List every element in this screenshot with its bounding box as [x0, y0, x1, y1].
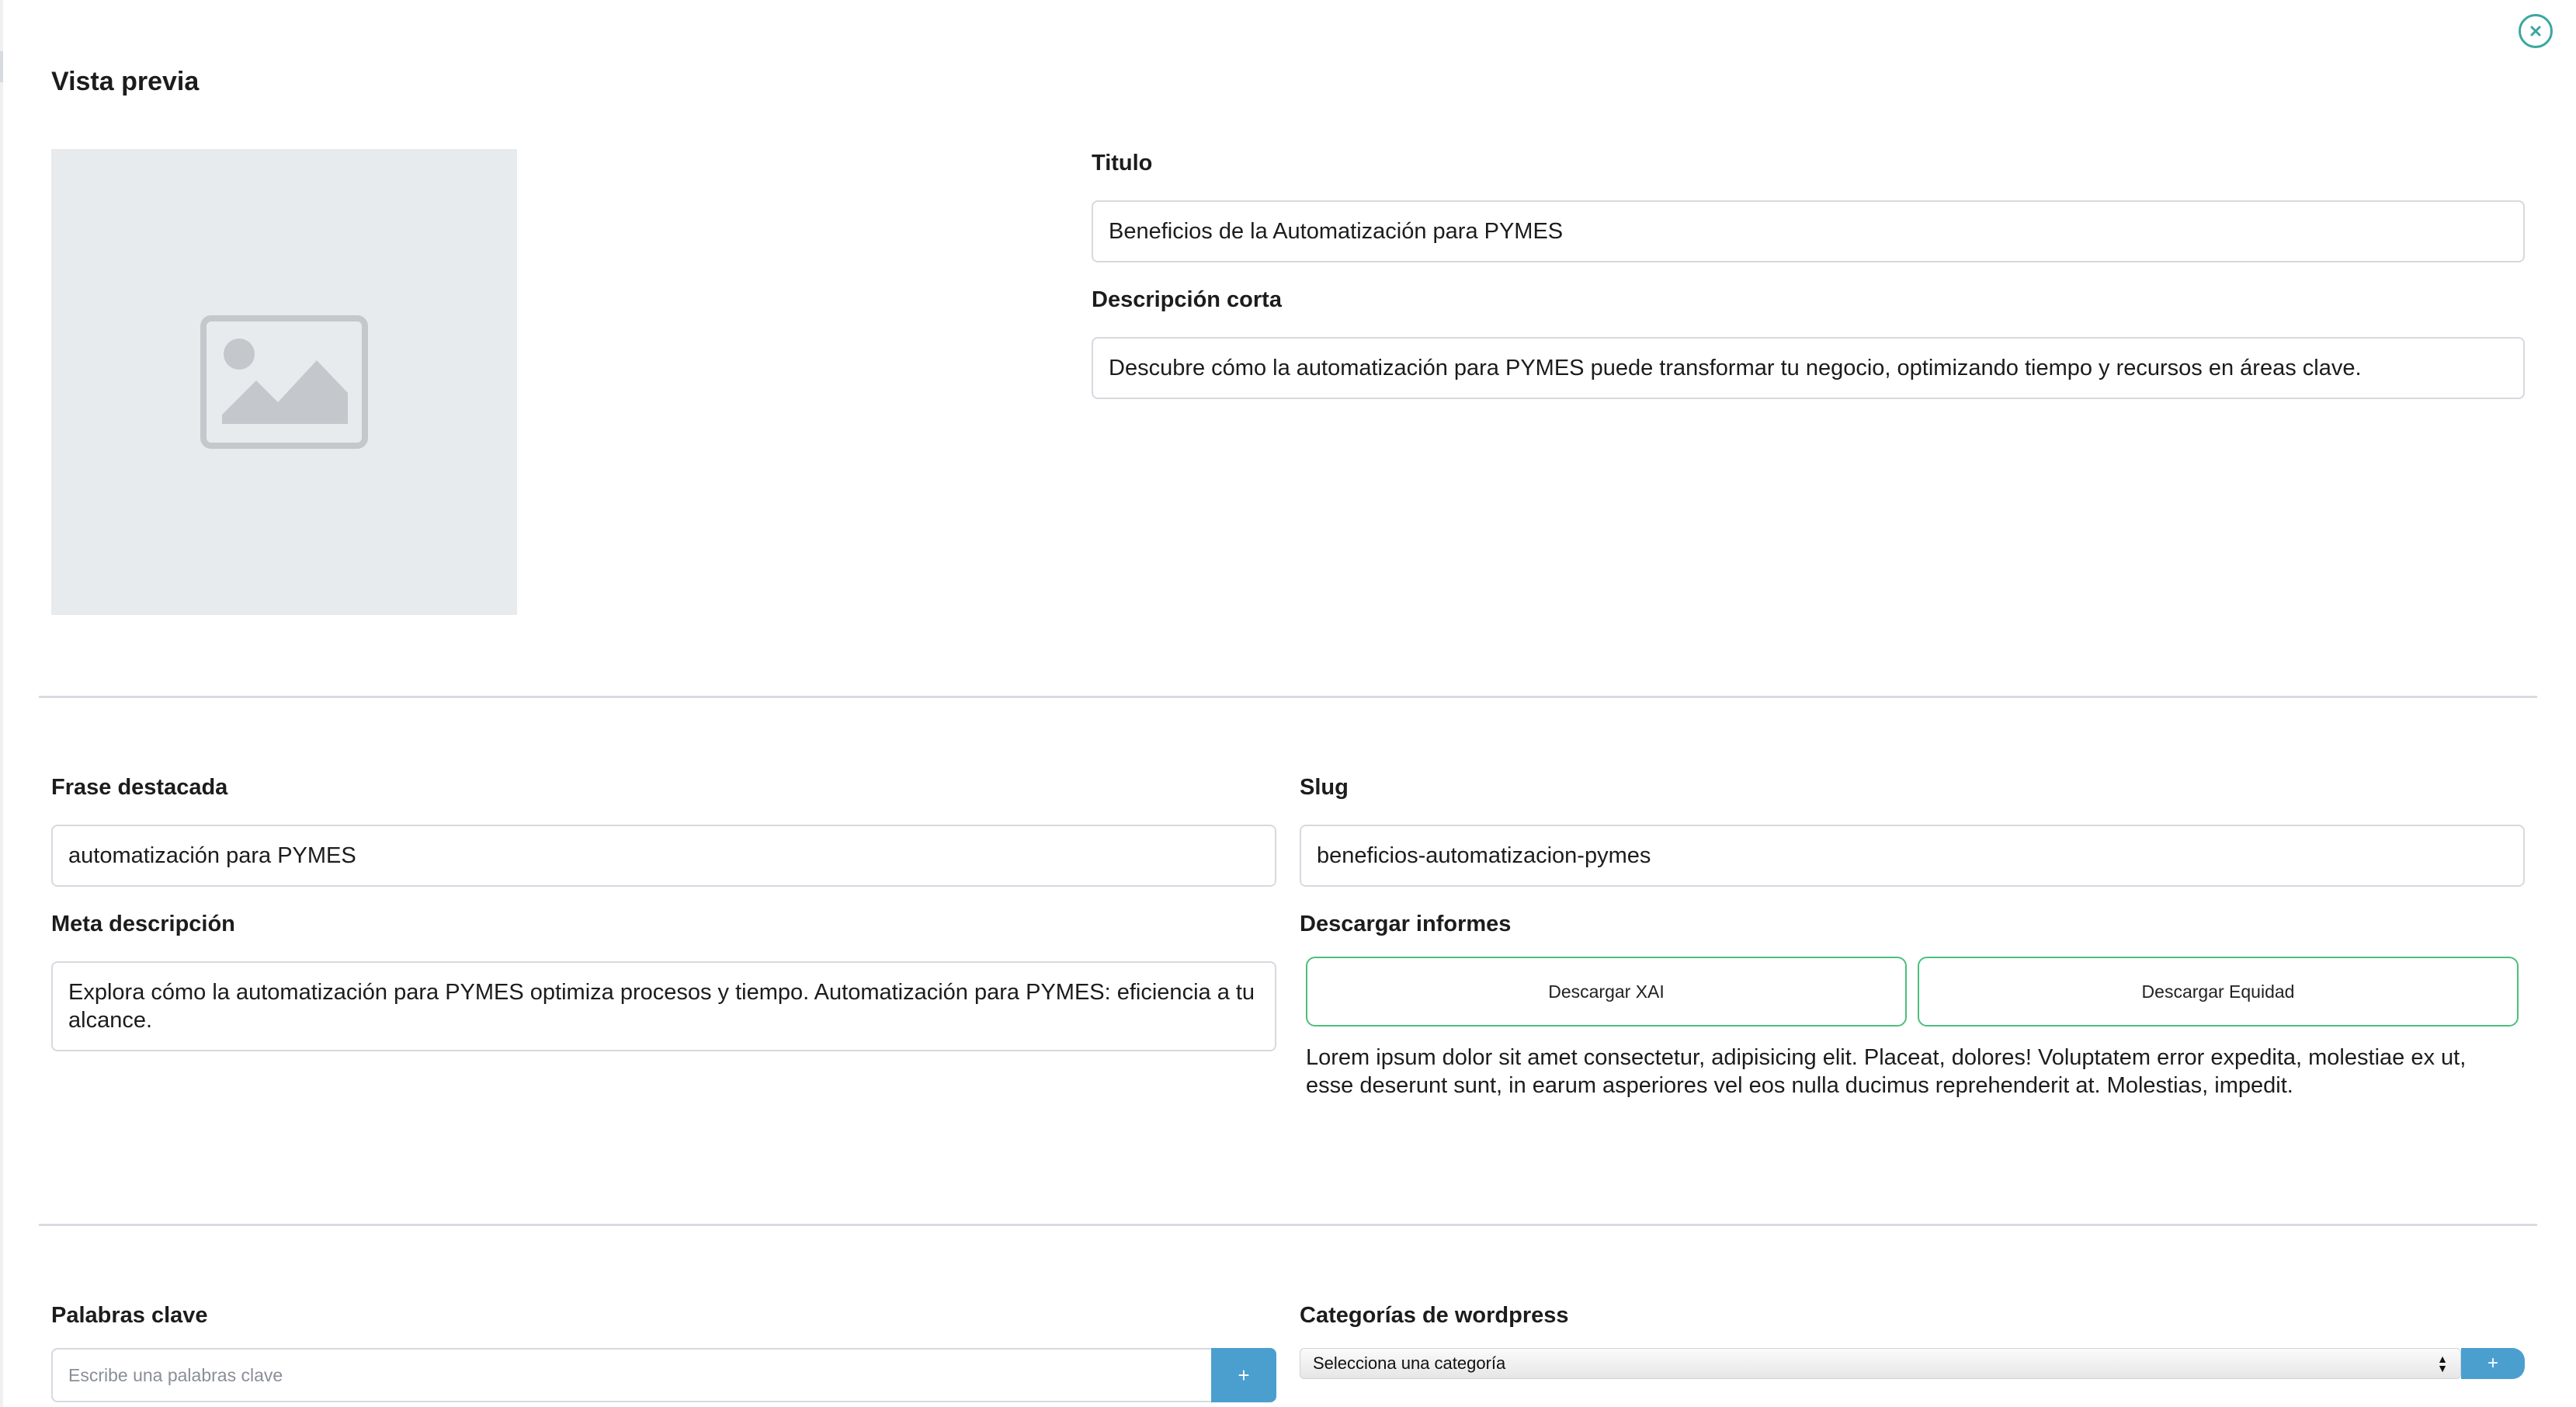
close-icon [2530, 26, 2541, 36]
section-divider [39, 1224, 2537, 1226]
close-button[interactable] [2519, 14, 2553, 48]
left-edge-bar [0, 0, 3, 1407]
informes-description: Lorem ipsum dolor sit amet consectetur, … [1306, 1045, 2467, 1098]
page-title: Vista previa [51, 67, 200, 96]
slug-input[interactable] [1300, 825, 2525, 887]
descripcion-corta-label: Descripción corta [1092, 287, 1282, 312]
descripcion-corta-input[interactable] [1092, 337, 2525, 399]
categorias-label: Categorías de wordpress [1300, 1303, 1569, 1328]
categoria-select-value: Selecciona una categoría [1313, 1353, 1506, 1373]
descargar-xai-button[interactable]: Descargar XAI [1306, 957, 1907, 1027]
add-keyword-button[interactable]: + [1211, 1348, 1276, 1402]
titulo-label: Titulo [1092, 151, 1153, 175]
descargar-informes-label: Descargar informes [1300, 912, 1512, 936]
left-edge-notch [0, 51, 3, 82]
section-divider [39, 696, 2537, 698]
descargar-equidad-button[interactable]: Descargar Equidad [1918, 957, 2519, 1027]
select-arrows-icon: ▲ ▼ [2437, 1353, 2448, 1374]
slug-label: Slug [1300, 775, 1349, 800]
image-placeholder-icon [200, 315, 368, 449]
categoria-select[interactable]: Selecciona una categoría ▲ ▼ [1300, 1348, 2461, 1379]
add-category-button[interactable]: + [2461, 1348, 2525, 1379]
preview-image[interactable] [51, 149, 517, 615]
frase-destacada-input[interactable] [51, 825, 1276, 887]
meta-descripcion-textarea[interactable]: Explora cómo la automatización para PYME… [51, 961, 1276, 1051]
titulo-input[interactable] [1092, 200, 2525, 262]
palabras-clave-label: Palabras clave [51, 1303, 208, 1328]
frase-destacada-label: Frase destacada [51, 775, 228, 800]
palabras-clave-input[interactable] [51, 1348, 1213, 1402]
meta-descripcion-label: Meta descripción [51, 912, 235, 936]
preview-modal: Vista previa Titulo Descripción corta Fr… [0, 0, 2576, 1407]
